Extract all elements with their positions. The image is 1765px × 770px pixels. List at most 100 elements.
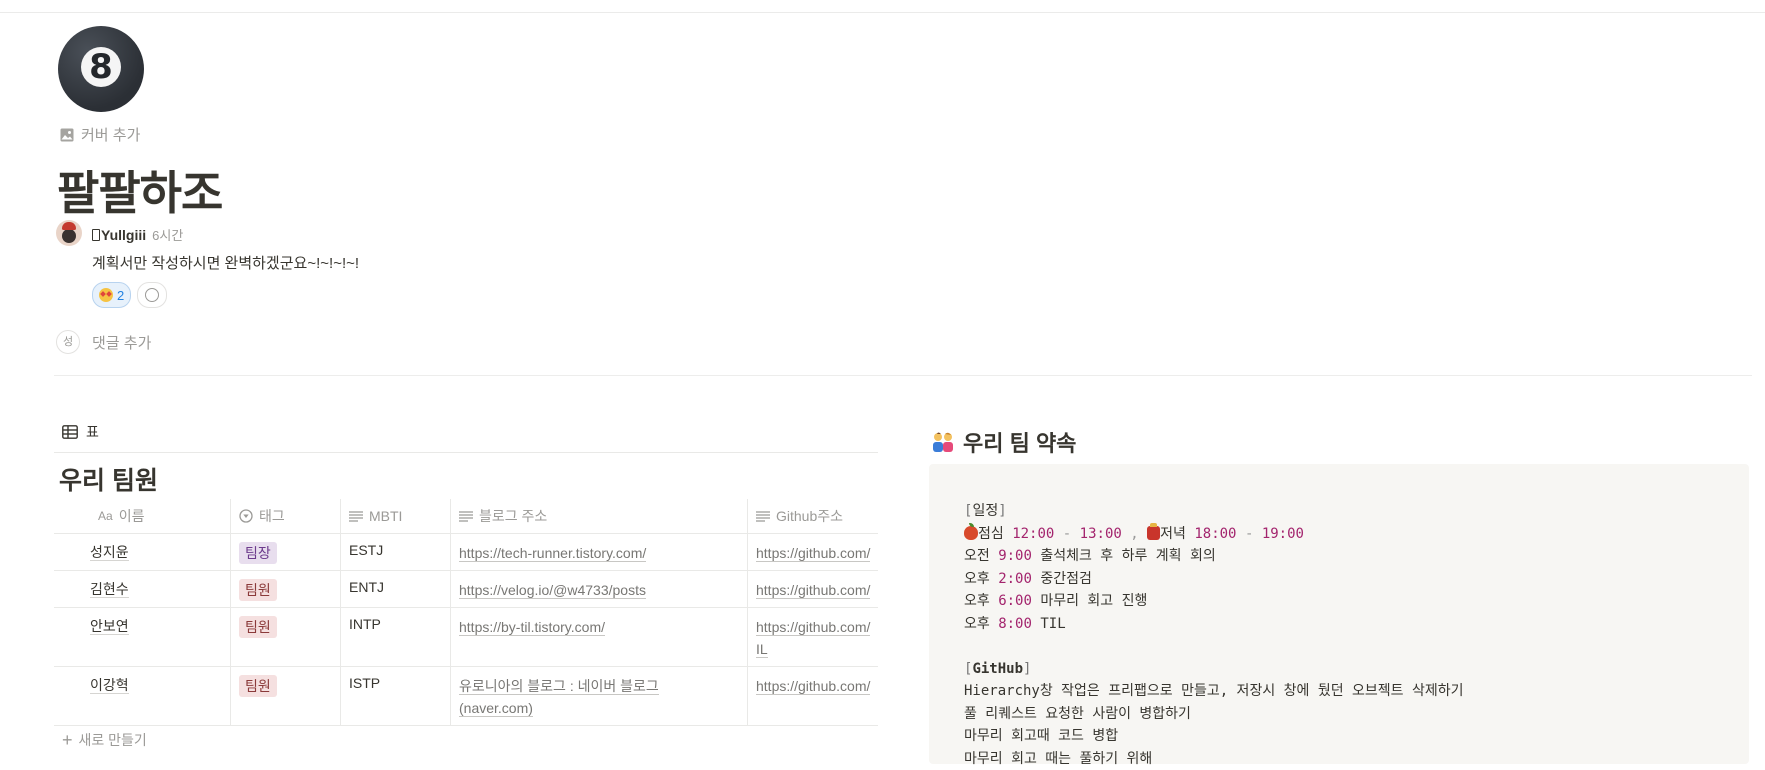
meal-times-line: 점심 12:00 - 13:00 , 저녁 18:00 - 19:00 xyxy=(964,523,1714,546)
divider xyxy=(54,375,1752,376)
blog-link[interactable]: https://velog.io/@w4733/posts xyxy=(459,582,646,599)
member-name[interactable]: 김현수 xyxy=(90,581,129,598)
schedule-line: 오후 6:00 마무리 회고 진행 xyxy=(964,590,1714,613)
plus-icon: + xyxy=(62,733,73,747)
github-link-continued[interactable]: IL xyxy=(756,641,768,658)
github-link[interactable]: https://github.com/ xyxy=(756,619,870,636)
add-comment-input[interactable]: 댓글 추가 xyxy=(92,332,151,353)
tag-badge: 팀원 xyxy=(239,675,277,697)
promise-title-text: 우리 팀 약속 xyxy=(963,426,1076,458)
add-reaction-button[interactable] xyxy=(137,282,167,308)
column-header-name[interactable]: Aa 이름 xyxy=(54,499,231,533)
new-row-label: 새로 만들기 xyxy=(79,730,147,750)
dinner-end: 19:00 xyxy=(1262,526,1304,542)
database-title[interactable]: 우리 팀원 xyxy=(59,461,158,497)
reaction-count: 2 xyxy=(117,288,124,303)
cell-mbti[interactable]: ISTP xyxy=(341,667,451,725)
table-row[interactable]: 안보연 팀원 INTP https://by-til.tistory.com/ … xyxy=(54,608,878,667)
table-icon xyxy=(62,425,78,439)
cell-name[interactable]: 안보연 xyxy=(54,608,231,666)
column-header-mbti[interactable]: MBTI xyxy=(341,499,451,533)
cell-github[interactable]: https://github.com/ xyxy=(748,534,878,570)
column-label: MBTI xyxy=(369,508,402,524)
schedule-time: 9:00 xyxy=(998,548,1032,564)
cell-github[interactable]: https://github.com/ xyxy=(748,571,878,607)
cell-github[interactable]: https://github.com/ xyxy=(748,667,878,725)
cell-github[interactable]: https://github.com/IL xyxy=(748,608,878,666)
blog-link[interactable]: https://by-til.tistory.com/ xyxy=(459,619,605,636)
page-icon-8ball[interactable]: 8 xyxy=(58,26,144,112)
schedule-header: 일정 xyxy=(972,503,998,519)
code-block[interactable]: [일정] 점심 12:00 - 13:00 , 저녁 18:00 - 19:00… xyxy=(929,464,1749,764)
cell-blog[interactable]: https://tech-runner.tistory.com/ xyxy=(451,534,748,570)
apple-emoji-icon xyxy=(964,526,978,540)
new-row-button[interactable]: + 새로 만들기 xyxy=(62,730,147,750)
cell-name[interactable]: 성지윤 xyxy=(54,534,231,570)
schedule-ampm: 오전 xyxy=(964,548,998,564)
cell-tag[interactable]: 팀장 xyxy=(231,534,341,570)
cell-mbti[interactable]: INTP xyxy=(341,608,451,666)
github-link[interactable]: https://github.com/ xyxy=(756,545,870,562)
cell-blog[interactable]: 유로니아의 블로그 : 네이버 블로그 (naver.com) xyxy=(451,667,748,725)
schedule-time: 6:00 xyxy=(998,593,1032,609)
lunch-end: 13:00 xyxy=(1080,526,1122,542)
text-property-icon xyxy=(756,511,770,522)
add-comment-row[interactable]: 성 댓글 추가 xyxy=(56,330,151,354)
schedule-line: 오후 2:00 중간점검 xyxy=(964,568,1714,591)
family-emoji-icon xyxy=(931,431,955,453)
cell-blog[interactable]: https://by-til.tistory.com/ xyxy=(451,608,748,666)
blog-link-continued[interactable]: (naver.com) xyxy=(459,700,533,717)
cell-tag[interactable]: 팀원 xyxy=(231,608,341,666)
table-row[interactable]: 성지윤 팀장 ESTJ https://tech-runner.tistory.… xyxy=(54,534,878,571)
blog-link[interactable]: https://tech-runner.tistory.com/ xyxy=(459,545,646,562)
dinner-start: 18:00 xyxy=(1194,526,1236,542)
github-rule: 마무리 회고때 코드 병합 xyxy=(964,725,1714,748)
add-cover-button[interactable]: 커버 추가 xyxy=(59,124,140,145)
cell-name[interactable]: 김현수 xyxy=(54,571,231,607)
blog-link[interactable]: 유로니아의 블로그 : 네이버 블로그 xyxy=(459,678,659,695)
image-icon xyxy=(59,127,75,143)
avatar-face xyxy=(62,229,76,243)
eight-ball-number: 8 xyxy=(81,47,121,87)
cell-mbti[interactable]: ENTJ xyxy=(341,571,451,607)
current-user-avatar: 성 xyxy=(56,330,80,354)
column-header-github[interactable]: Github주소 xyxy=(748,499,878,533)
column-header-blog[interactable]: 블로그 주소 xyxy=(451,499,748,533)
tag-badge: 팀장 xyxy=(239,542,277,564)
member-name[interactable]: 성지윤 xyxy=(90,544,129,561)
cell-mbti[interactable]: ESTJ xyxy=(341,534,451,570)
tag-badge: 팀원 xyxy=(239,616,277,638)
reaction-star-struck[interactable]: 2 xyxy=(92,282,131,308)
schedule-text: 마무리 회고 진행 xyxy=(1032,593,1147,609)
page-title[interactable]: 팔팔하조 xyxy=(57,157,222,223)
member-name[interactable]: 이강혁 xyxy=(90,677,129,694)
cell-blog[interactable]: https://velog.io/@w4733/posts xyxy=(451,571,748,607)
lunch-start: 12:00 xyxy=(1012,526,1054,542)
schedule-header-line: [일정] xyxy=(964,500,1714,523)
cell-tag[interactable]: 팀원 xyxy=(231,667,341,725)
member-name[interactable]: 안보연 xyxy=(90,618,129,635)
comment-author[interactable]: Yullgiii xyxy=(92,227,146,243)
column-label: 태그 xyxy=(259,506,285,526)
github-link[interactable]: https://github.com/ xyxy=(756,582,870,599)
text-property-icon xyxy=(459,511,473,522)
blank-line xyxy=(964,635,1714,658)
column-label: 이름 xyxy=(119,506,145,526)
schedule-time: 8:00 xyxy=(998,616,1032,632)
column-label: 블로그 주소 xyxy=(479,506,547,526)
github-link[interactable]: https://github.com/ xyxy=(756,678,870,695)
promise-heading[interactable]: 우리 팀 약속 xyxy=(931,426,1076,458)
view-tab-divider xyxy=(54,452,878,453)
github-header: GitHub xyxy=(972,661,1023,677)
column-header-tag[interactable]: 태그 xyxy=(231,499,341,533)
cell-tag[interactable]: 팀원 xyxy=(231,571,341,607)
table-row[interactable]: 이강혁 팀원 ISTP 유로니아의 블로그 : 네이버 블로그 (naver.co… xyxy=(54,667,878,726)
column-label: Github주소 xyxy=(776,506,843,526)
table-row[interactable]: 김현수 팀원 ENTJ https://velog.io/@w4733/post… xyxy=(54,571,878,608)
cell-name[interactable]: 이강혁 xyxy=(54,667,231,725)
takeout-box-emoji-icon xyxy=(1147,526,1160,540)
comment-reactions: 2 xyxy=(92,282,167,308)
phone-icon xyxy=(92,229,100,241)
avatar[interactable] xyxy=(56,220,82,246)
view-tab-table[interactable]: 표 xyxy=(62,422,99,442)
